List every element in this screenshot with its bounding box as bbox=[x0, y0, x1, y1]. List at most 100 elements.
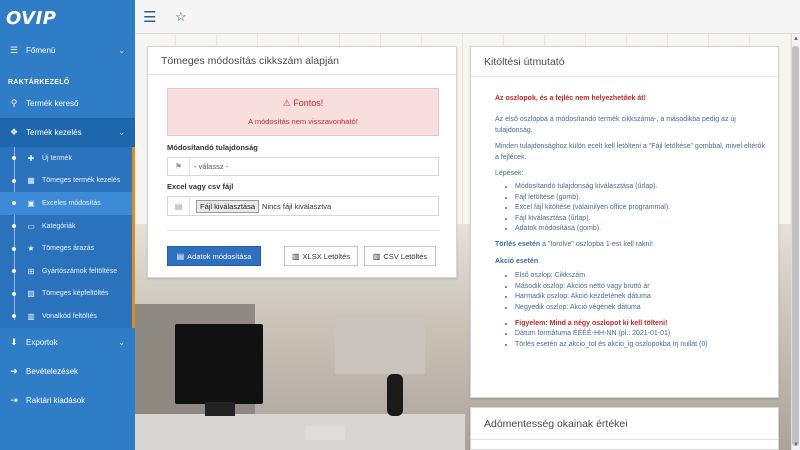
list-item: Fájl letöltése (gomb). bbox=[515, 193, 765, 203]
hamburger-menu-icon[interactable]: ☰ bbox=[143, 8, 161, 26]
list-item: Módosítandó tulajdonság kiválasztása (űr… bbox=[515, 182, 765, 192]
file-input[interactable]: ▤ Fájl kiválasztása Nincs fájl kiválaszt… bbox=[167, 196, 439, 216]
submenu-item-label: Exceles módosítás bbox=[42, 199, 101, 207]
list-item: Fájl kiválasztása (űrlap). bbox=[515, 214, 765, 224]
submenu: ✚ Új termék ▦ Tömeges termék kezelés ▣ E… bbox=[0, 147, 135, 328]
delete-note-bold: Törlés esetén bbox=[495, 241, 541, 249]
action-extra-list: Figyelem: Mind a négy oszlopot ki kell t… bbox=[515, 319, 765, 350]
sidebar-item-termek-kereso[interactable]: ⚲ Termék kereső bbox=[0, 89, 135, 118]
submenu-item-label: Vonalkód feltöltés bbox=[42, 312, 97, 320]
xlsx-button-label: XLSX Letöltés bbox=[302, 251, 351, 261]
sidebar-item-label: Termék kezelés bbox=[26, 128, 82, 137]
csv-download-button[interactable]: ▥ CSV Letöltés bbox=[364, 246, 436, 266]
list-item: Negyedik oszlop: Akció végének dátuma bbox=[515, 303, 765, 313]
folder-open-icon: ▭ bbox=[27, 221, 35, 231]
submit-button-label: Adatok módosítása bbox=[187, 251, 252, 261]
list-item: Második oszlop: Akciós nettó vagy bruttó… bbox=[515, 282, 765, 292]
submenu-item-kategoriak[interactable]: ▭ Kategóriák bbox=[0, 215, 135, 238]
phone-image bbox=[305, 426, 345, 440]
sign-out-icon: ⇥ bbox=[10, 394, 18, 405]
warning-alert: ⚠ Fontos! A módosítás nem visszavonható! bbox=[167, 88, 439, 136]
guide-content: Az oszlopok, és a fejléc nem helyezhetőe… bbox=[495, 94, 765, 350]
table-icon: ▦ bbox=[27, 176, 35, 186]
xlsx-download-button[interactable]: ▥ XLSX Letöltés bbox=[284, 246, 358, 266]
sitemap-icon: ⊞ bbox=[27, 266, 35, 276]
chevron-down-icon: ⌄ bbox=[118, 46, 125, 55]
submenu-item-vonalkod[interactable]: ▥ Vonalkód feltöltés bbox=[0, 305, 135, 328]
desk bbox=[135, 414, 465, 450]
list-item: Excel fájl kitöltése (valamilyen office … bbox=[515, 203, 765, 213]
chevron-down-icon: ⌄ bbox=[118, 128, 125, 137]
file-status: Nincs fájl kiválasztva bbox=[262, 201, 332, 211]
star-icon: ★ bbox=[27, 244, 35, 254]
submenu-item-uj-termek[interactable]: ✚ Új termék bbox=[0, 147, 135, 170]
submenu-item-tomeges-termek-kezeles[interactable]: ▦ Tömeges termék kezelés bbox=[0, 170, 135, 193]
submit-data-button[interactable]: ▤ Adatok módosítása bbox=[167, 246, 261, 266]
file-icon: ▤ bbox=[168, 197, 190, 215]
sign-in-icon: ➜ bbox=[10, 365, 18, 376]
sidebar-item-termek-kezeles[interactable]: ❖ Termék kezelés ⌄ bbox=[0, 118, 135, 147]
choose-file-button[interactable]: Fájl kiválasztása bbox=[196, 199, 260, 213]
property-select-value: - válassz - bbox=[194, 162, 229, 171]
sidebar: OVIP ☰ Főmenü ⌄ RAKTÁRKEZELŐ ⚲ Termék ke… bbox=[0, 0, 135, 450]
barcode-icon: ▥ bbox=[27, 311, 35, 321]
submenu-item-label: Tömeges termék kezelés bbox=[42, 177, 121, 185]
action-title: Akció esetén bbox=[495, 257, 539, 265]
save-icon: ▤ bbox=[176, 251, 185, 261]
submenu-item-label: Tömeges árazás bbox=[42, 245, 95, 253]
submenu-item-label: Tömeges képfeltöltés bbox=[42, 290, 109, 298]
submenu-item-tomeges-arazas[interactable]: ★ Tömeges árazás bbox=[0, 237, 135, 260]
delete-note: Törlés esetén a "torolve" oszlopba 1-est… bbox=[495, 240, 765, 250]
sidebar-item-raktari-kiadasok[interactable]: ⇥ Raktári kiadások bbox=[0, 386, 135, 415]
sidebar-item-label: Bevételezések bbox=[26, 366, 79, 376]
speaker-image bbox=[387, 374, 403, 416]
list-item: Törlés esetén az akcio_tol és akcio_ig o… bbox=[515, 340, 765, 350]
submenu-item-label: Új termék bbox=[42, 154, 72, 162]
bars-icon: ☰ bbox=[9, 45, 19, 55]
sidebar-item-fomenu[interactable]: ☰ Főmenü ⌄ bbox=[0, 36, 135, 65]
sidebar-item-exportok[interactable]: ⬇ Exportok ⌄ bbox=[0, 328, 135, 357]
submenu-item-label: Kategóriák bbox=[42, 222, 76, 230]
sidebar-item-label: Termék kereső bbox=[26, 99, 79, 108]
office-partition bbox=[335, 314, 425, 374]
plus-icon: ✚ bbox=[27, 153, 35, 163]
steps-title: Lépések: bbox=[495, 170, 524, 178]
section-title: RAKTÁRKEZELŐ bbox=[8, 78, 70, 86]
logo[interactable]: OVIP bbox=[0, 0, 135, 36]
scroll-down-icon[interactable]: ▼ bbox=[793, 442, 799, 448]
guide-warning: Az oszlopok, és a fejléc nem helyezhetőe… bbox=[495, 95, 646, 102]
image-icon: ▨ bbox=[27, 289, 35, 299]
scroll-up-icon[interactable]: ▲ bbox=[793, 36, 799, 42]
guide-panel: Kitöltési útmutató Az oszlopok, és a fej… bbox=[470, 46, 779, 398]
panel-title: Kitöltési útmutató bbox=[471, 47, 778, 77]
logo-text: OVIP bbox=[6, 7, 57, 29]
vat-exemption-panel: Adómentesség okainak értékei bbox=[470, 407, 779, 450]
list-item: Adatok módosítása (gomb). bbox=[515, 224, 765, 234]
cubes-icon: ❖ bbox=[9, 127, 19, 137]
file-excel-icon: ▥ bbox=[291, 251, 300, 261]
submenu-item-tomeges-kepfeltoltes[interactable]: ▨ Tömeges képfeltöltés bbox=[0, 283, 135, 306]
submenu-item-exceles-modositas[interactable]: ▣ Exceles módosítás bbox=[0, 192, 135, 215]
chevron-down-icon: ⌄ bbox=[118, 337, 125, 347]
tag-icon: ⚑ bbox=[168, 158, 190, 175]
sidebar-item-label: Exportok bbox=[26, 337, 58, 347]
favorite-star-icon[interactable]: ☆ bbox=[175, 9, 187, 25]
sidebar-item-label: Főmenü bbox=[26, 46, 56, 55]
bulk-edit-panel: Tömeges módosítás cikkszám alapján ⚠ Fon… bbox=[147, 46, 457, 278]
list-item: Harmadik oszlop: Akció kezdetének dátuma bbox=[515, 292, 765, 302]
search-icon: ⚲ bbox=[10, 98, 18, 108]
list-item: Dátum formátuma ÉÉÉÉ-HH-NN (pl.: 2021-01… bbox=[515, 329, 765, 339]
guide-paragraph: Minden tulajdonsághoz külön ecelt kell l… bbox=[495, 143, 765, 161]
steps-list: Módosítandó tulajdonság kiválasztása (űr… bbox=[515, 182, 765, 234]
list-item: Figyelem: Mind a négy oszlopot ki kell t… bbox=[515, 319, 765, 329]
download-icon: ⬇ bbox=[10, 336, 18, 347]
panel-title: Tömeges módosítás cikkszám alapján bbox=[148, 47, 456, 75]
alert-title: ⚠ Fontos! bbox=[282, 98, 324, 108]
csv-button-label: CSV Letöltés bbox=[383, 251, 428, 261]
property-select[interactable]: ⚑ - válassz - bbox=[167, 157, 439, 176]
file-csv-icon: ▥ bbox=[372, 251, 381, 261]
sidebar-item-bevetelezesek[interactable]: ➜ Bevételezések bbox=[0, 357, 135, 386]
submenu-item-gyartoszamok[interactable]: ⊞ Gyártószámok feltöltése bbox=[0, 260, 135, 283]
guide-paragraph: Az első oszlopba a módosítandó termék ci… bbox=[495, 116, 736, 134]
scrollbar-thumb[interactable] bbox=[792, 46, 799, 446]
